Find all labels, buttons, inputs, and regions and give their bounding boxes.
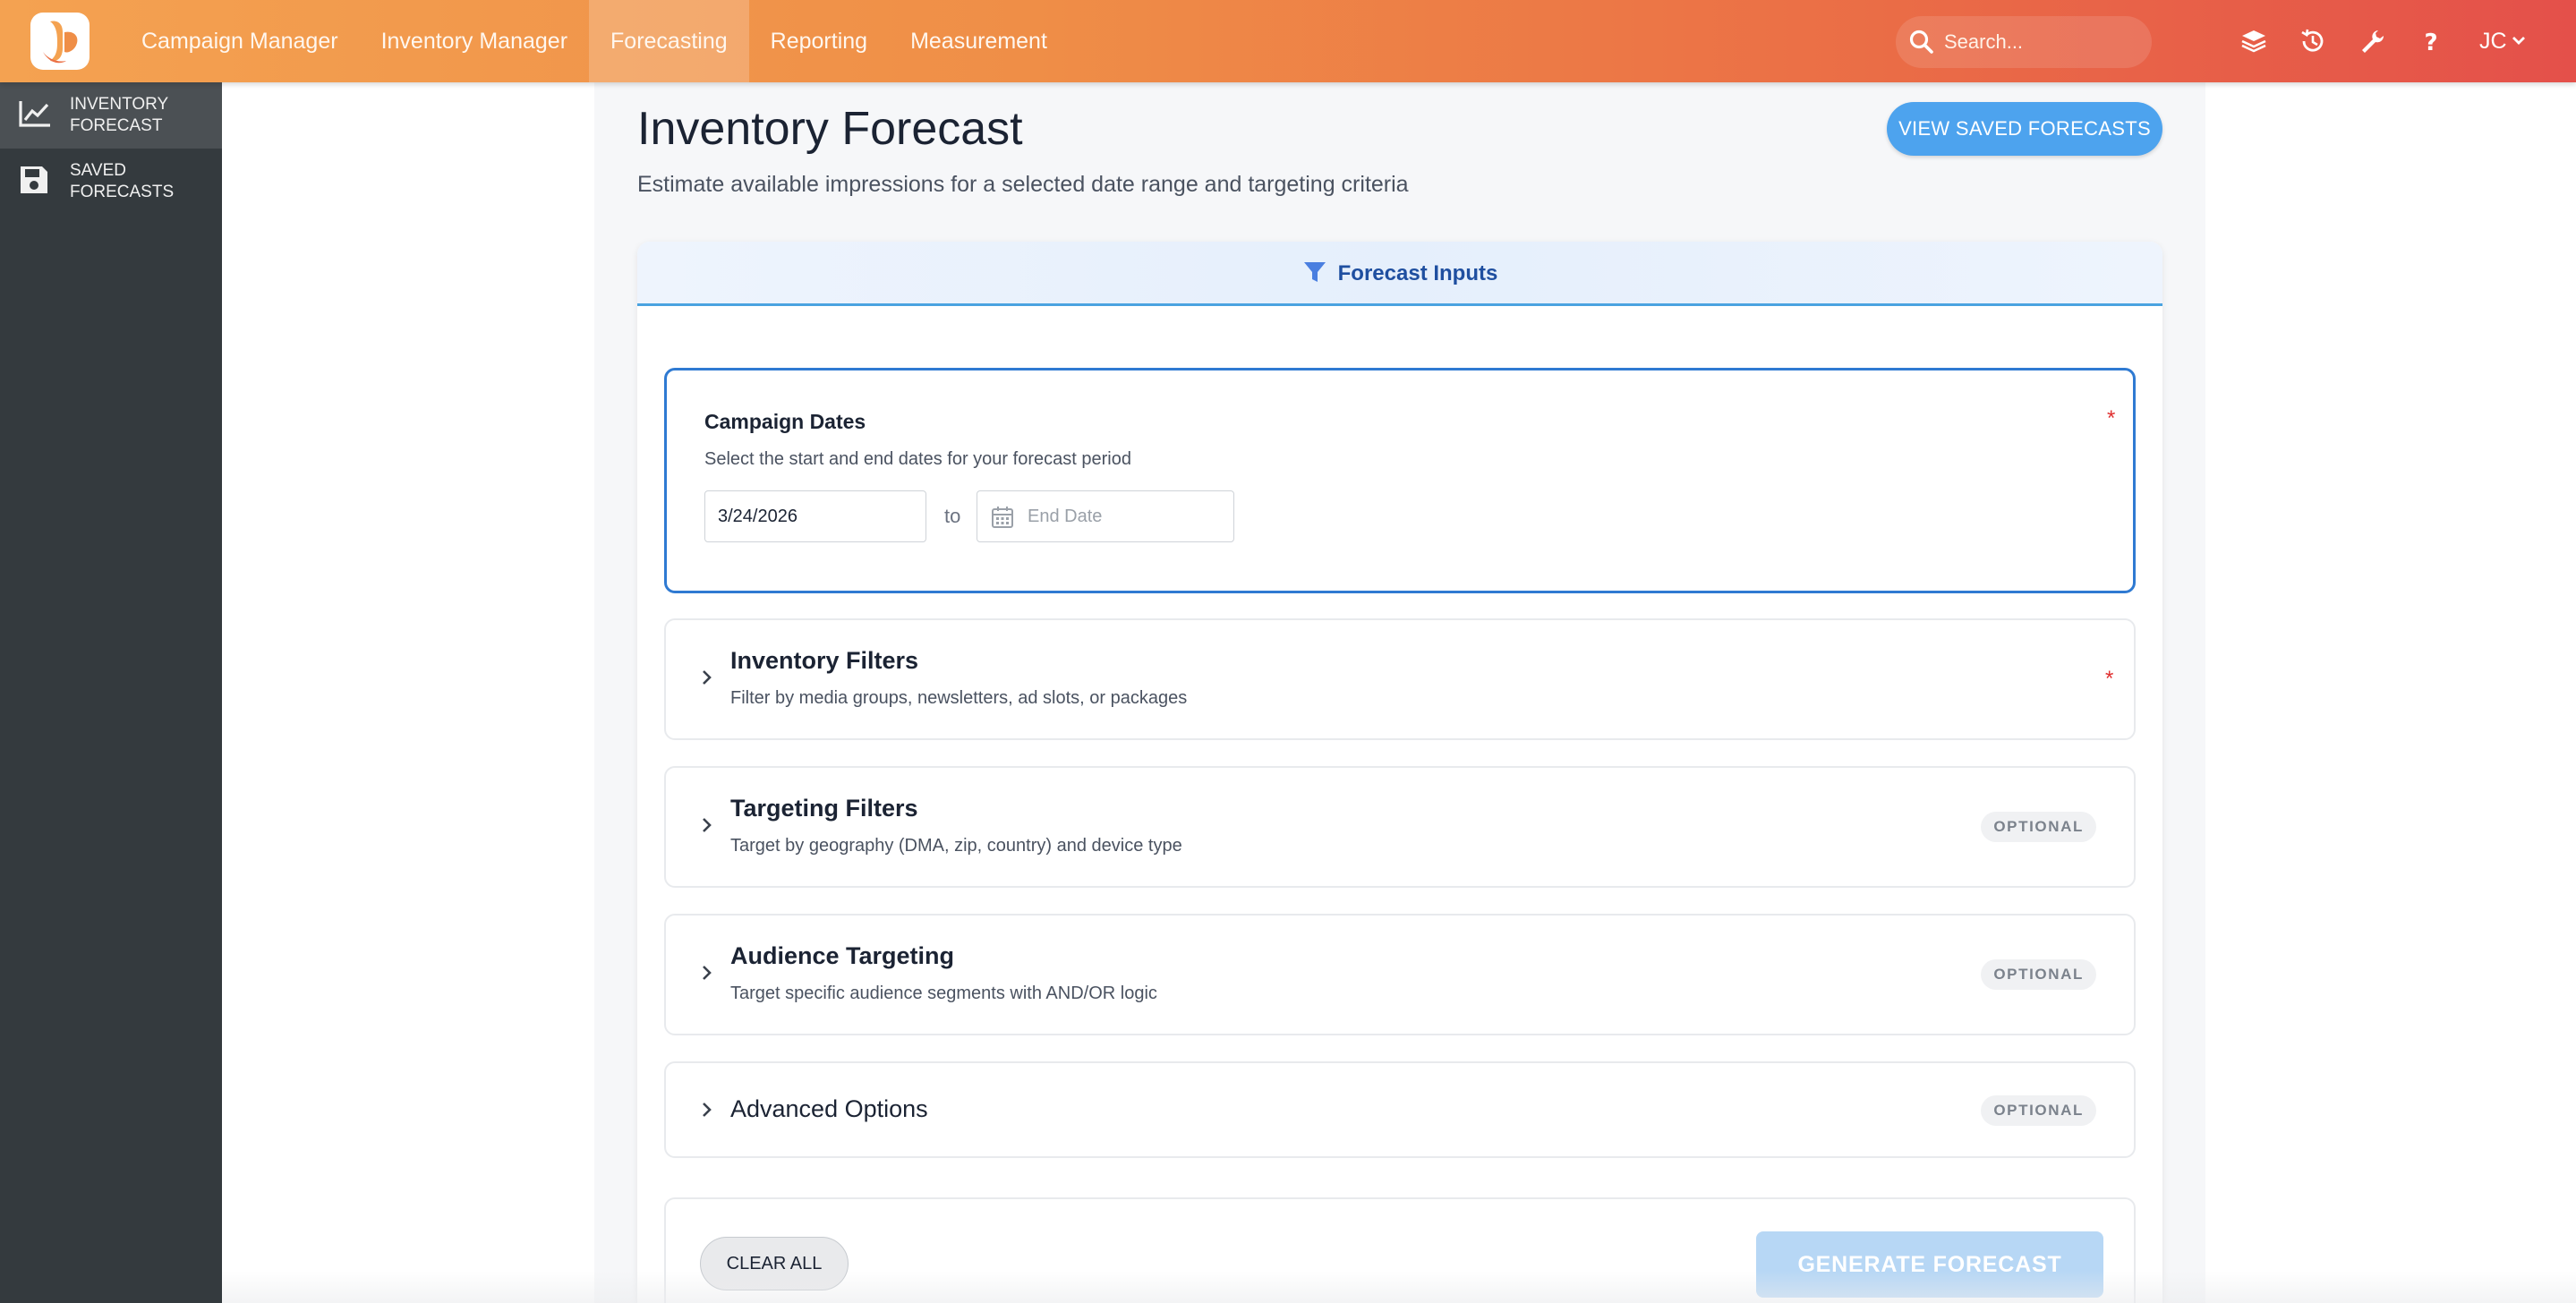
inventory-filters-section[interactable]: Inventory Filters Filter by media groups… [664,618,2136,740]
section-description: Target specific audience segments with A… [730,984,1157,1003]
history-icon[interactable] [2297,25,2329,57]
end-date-input[interactable] [977,490,1234,542]
chevron-right-icon [700,816,714,839]
section-title: Advanced Options [730,1095,928,1122]
start-date-input[interactable] [704,490,926,542]
layers-icon[interactable] [2238,25,2270,57]
form-actions: CLEAR ALL GENERATE FORECAST [664,1197,2136,1303]
date-range-separator: to [944,505,961,527]
sidebar-item-saved-forecasts[interactable]: SAVED FORECASTS [0,149,222,215]
chevron-right-icon [700,669,714,691]
targeting-filters-section[interactable]: Targeting Filters Target by geography (D… [664,766,2136,888]
nav-reporting[interactable]: Reporting [749,0,889,82]
section-description: Filter by media groups, newsletters, ad … [730,688,1188,708]
section-title: Audience Targeting [730,942,955,969]
main-nav: Campaign Manager Inventory Manager Forec… [120,0,1069,82]
search-box [1896,16,2152,68]
chevron-right-icon [700,1101,714,1123]
calendar-icon [991,506,1014,533]
section-title: Targeting Filters [730,795,918,822]
wrench-icon[interactable] [2356,25,2388,57]
section-description: Target by geography (DMA, zip, country) … [730,836,1182,856]
search-input[interactable] [1944,16,2141,68]
optional-badge: OPTIONAL [1981,1095,2096,1126]
filter-icon [1302,260,1327,289]
audience-targeting-section[interactable]: Audience Targeting Target specific audie… [664,914,2136,1035]
required-marker: * [2105,667,2114,691]
nav-campaign-manager[interactable]: Campaign Manager [120,0,360,82]
section-title: Inventory Filters [730,647,919,674]
svg-text:?: ? [2424,30,2437,56]
chevron-down-icon [2511,25,2527,57]
nav-measurement[interactable]: Measurement [889,0,1069,82]
campaign-dates-label: Campaign Dates [704,410,866,433]
page-title: Inventory Forecast [637,103,1023,155]
nav-inventory-manager[interactable]: Inventory Manager [360,0,589,82]
nav-forecasting[interactable]: Forecasting [589,0,749,82]
chart-line-icon [18,98,52,133]
sidebar-item-label: SAVED FORECASTS [70,161,175,201]
end-date-field [977,490,1234,542]
required-marker: * [2107,406,2116,430]
optional-badge: OPTIONAL [1981,959,2096,990]
campaign-dates-description: Select the start and end dates for your … [704,449,1131,469]
card-header-title: Forecast Inputs [1337,261,1498,285]
save-icon [18,164,50,200]
help-icon[interactable]: ? [2415,25,2447,57]
campaign-dates-section: Campaign Dates Select the start and end … [664,368,2136,593]
sidebar: INVENTORY FORECAST SAVED FORECASTS [0,82,222,1303]
brand-logo[interactable] [30,13,90,70]
advanced-options-section[interactable]: Advanced Options OPTIONAL [664,1061,2136,1158]
view-saved-forecasts-button[interactable]: VIEW SAVED FORECASTS [1887,102,2162,156]
card-header: Forecast Inputs [637,242,2162,306]
forecast-inputs-card: Forecast Inputs Campaign Dates Select th… [637,242,2162,1303]
user-menu[interactable]: JC [2479,25,2527,57]
search-icon [1908,29,1935,60]
generate-forecast-button[interactable]: GENERATE FORECAST [1756,1231,2103,1298]
sidebar-item-inventory-forecast[interactable]: INVENTORY FORECAST [0,82,222,149]
chevron-right-icon [700,964,714,986]
page-subtitle: Estimate available impressions for a sel… [637,172,1409,197]
top-navbar: Campaign Manager Inventory Manager Forec… [0,0,2576,82]
logo-mark-icon [43,21,78,64]
sidebar-item-label: INVENTORY FORECAST [70,95,168,135]
main-content: Inventory Forecast Estimate available im… [594,82,2205,1303]
optional-badge: OPTIONAL [1981,812,2096,842]
clear-all-button[interactable]: CLEAR ALL [700,1237,849,1290]
user-initials: JC [2479,29,2507,54]
